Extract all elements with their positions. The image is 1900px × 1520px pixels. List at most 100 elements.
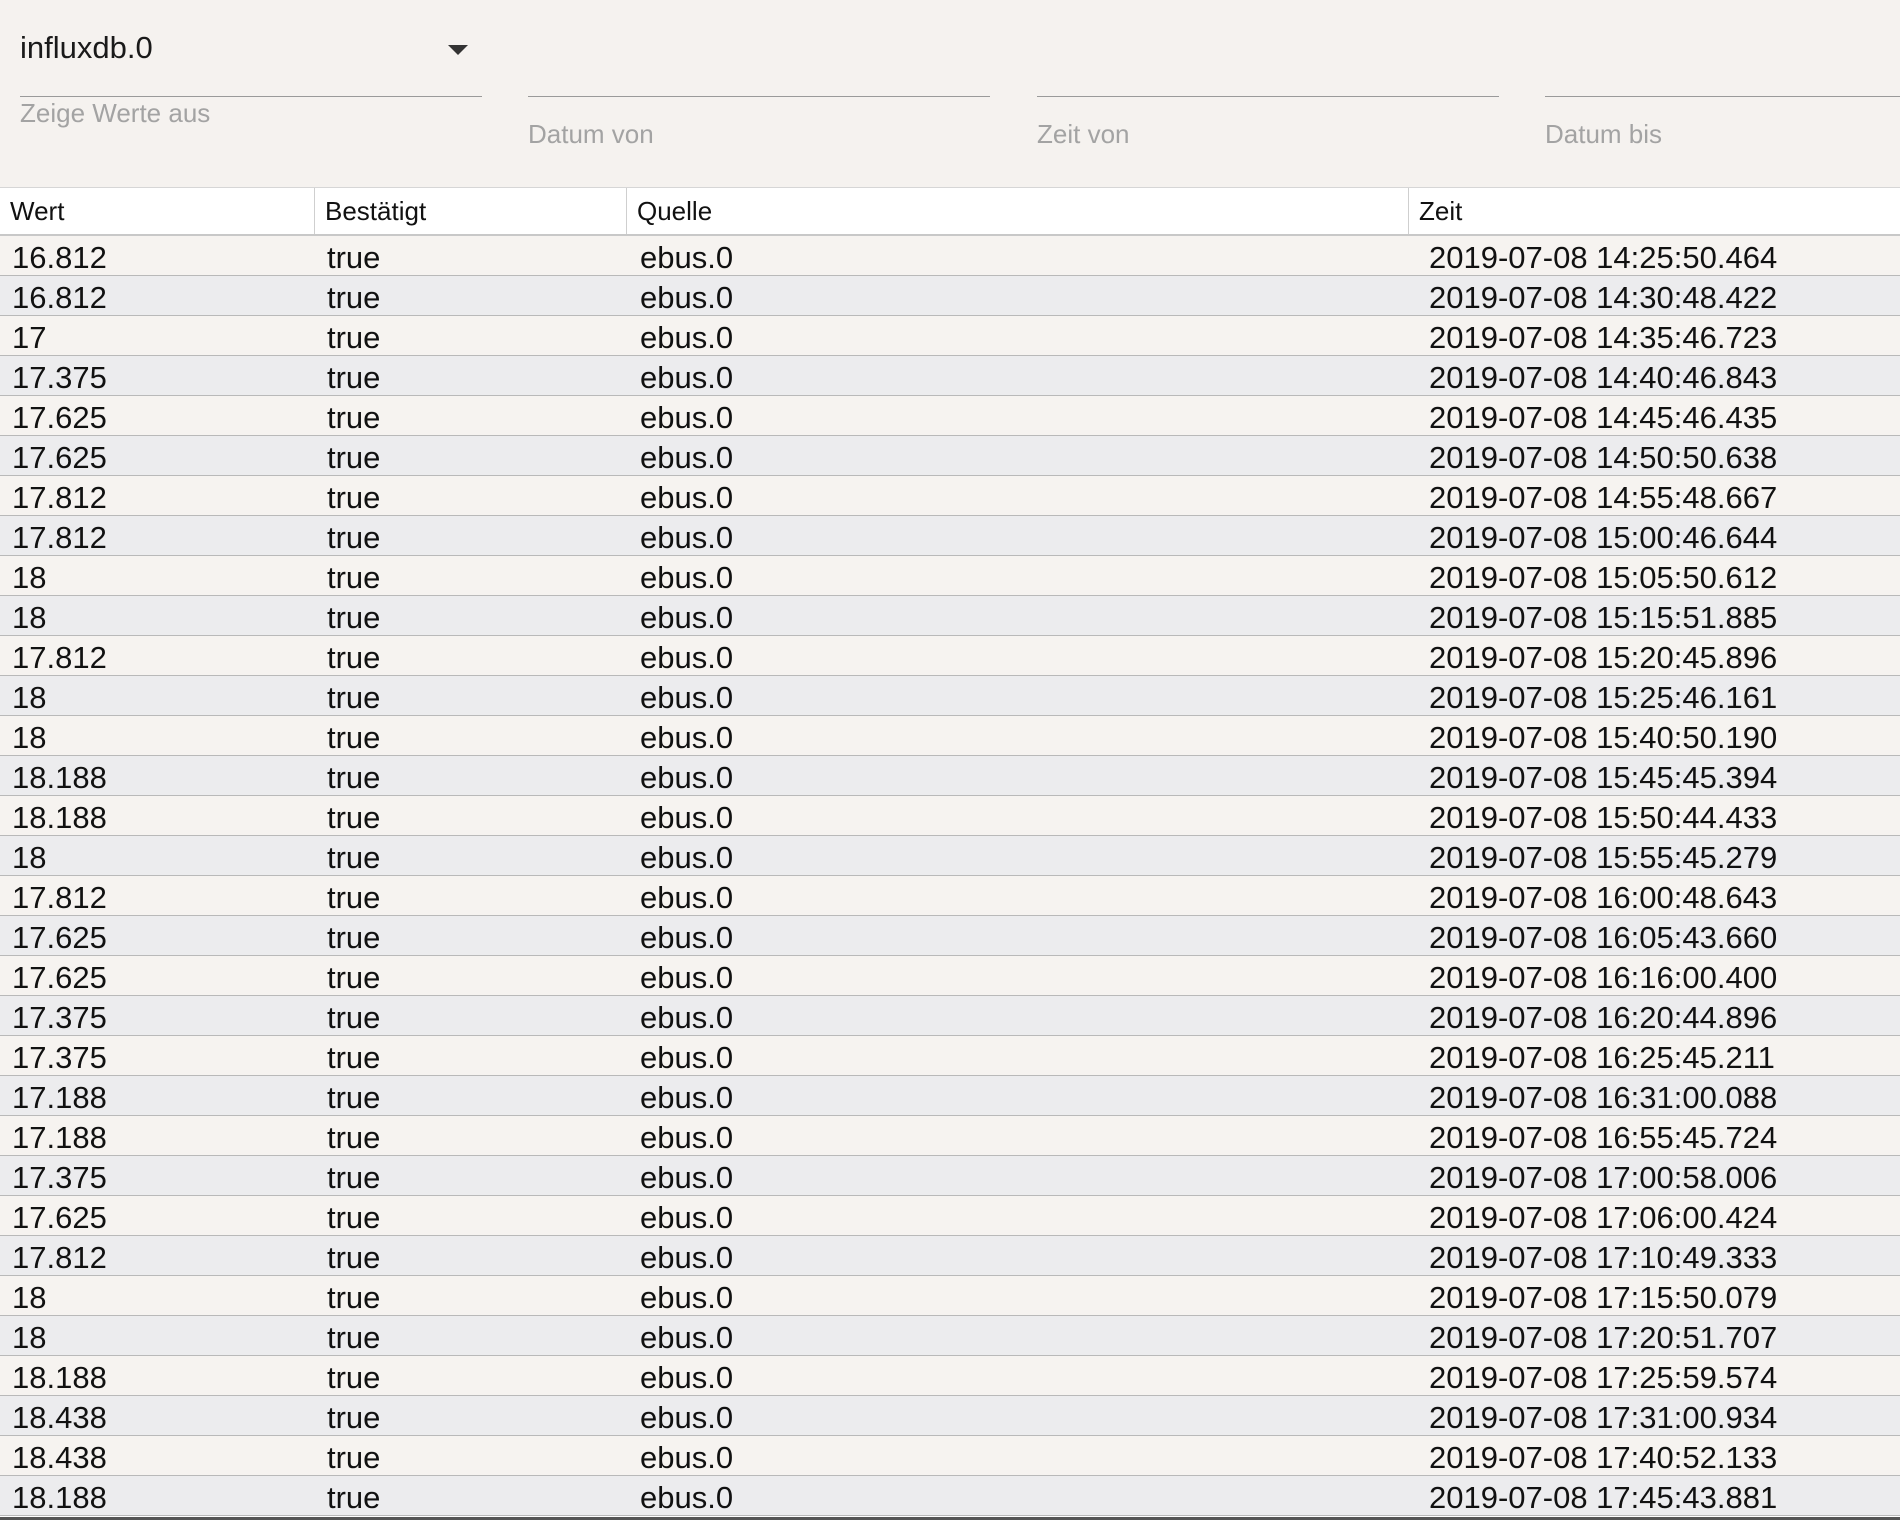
- cell-acknowledged: true: [327, 1280, 381, 1315]
- time-from-label: Zeit von: [1037, 119, 1130, 149]
- cell-acknowledged: true: [327, 1440, 381, 1475]
- table-row[interactable]: 17.375 true ebus.0 2019-07-08 16:20:44.896: [0, 996, 1900, 1036]
- cell-time: 2019-07-08 14:50:50.638: [1429, 440, 1778, 475]
- table-row[interactable]: 16.812 true ebus.0 2019-07-08 14:30:48.422: [0, 276, 1900, 316]
- table-row[interactable]: 17.812 true ebus.0 2019-07-08 17:10:49.333: [0, 1236, 1900, 1276]
- cell-source: ebus.0: [640, 1480, 734, 1515]
- cell-time: 2019-07-08 15:05:50.612: [1429, 560, 1778, 595]
- time-from-field[interactable]: Zeit von: [1037, 0, 1499, 187]
- table-row[interactable]: 18 true ebus.0 2019-07-08 17:20:51.707: [0, 1316, 1900, 1356]
- table-row[interactable]: 17.375 true ebus.0 2019-07-08 16:25:45.211: [0, 1036, 1900, 1076]
- cell-source: ebus.0: [640, 520, 734, 555]
- table-row[interactable]: 17.812 true ebus.0 2019-07-08 15:00:46.644: [0, 516, 1900, 556]
- cell-source: ebus.0: [640, 1360, 734, 1395]
- cell-value: 18.188: [12, 800, 107, 835]
- table-row[interactable]: 18.438 true ebus.0 2019-07-08 17:31:00.934: [0, 1396, 1900, 1436]
- cell-value: 17.625: [12, 1200, 107, 1235]
- cell-time: 2019-07-08 14:40:46.843: [1429, 360, 1778, 395]
- column-header-source[interactable]: Quelle: [627, 188, 1409, 234]
- table-row[interactable]: 17.625 true ebus.0 2019-07-08 17:06:00.424: [0, 1196, 1900, 1236]
- table-row[interactable]: 17.625 true ebus.0 2019-07-08 14:45:46.435: [0, 396, 1900, 436]
- table-row[interactable]: 17 true ebus.0 2019-07-08 14:35:46.723: [0, 316, 1900, 356]
- cell-acknowledged: true: [327, 600, 381, 635]
- cell-value: 17.812: [12, 520, 107, 555]
- cell-time: 2019-07-08 14:25:50.464: [1429, 240, 1778, 275]
- table-row[interactable]: 18 true ebus.0 2019-07-08 15:40:50.190: [0, 716, 1900, 756]
- cell-time: 2019-07-08 17:06:00.424: [1429, 1200, 1778, 1235]
- cell-time: 2019-07-08 16:25:45.211: [1429, 1040, 1775, 1075]
- cell-time: 2019-07-08 17:25:59.574: [1429, 1360, 1778, 1395]
- cell-source: ebus.0: [640, 480, 734, 515]
- cell-value: 17.625: [12, 400, 107, 435]
- cell-source: ebus.0: [640, 1200, 734, 1235]
- table-row[interactable]: 17.812 true ebus.0 2019-07-08 14:55:48.667: [0, 476, 1900, 516]
- cell-time: 2019-07-08 17:10:49.333: [1429, 1240, 1778, 1275]
- table-row[interactable]: 18 true ebus.0 2019-07-08 17:15:50.079: [0, 1276, 1900, 1316]
- cell-time: 2019-07-08 15:25:46.161: [1429, 680, 1778, 715]
- column-header-acknowledged[interactable]: Bestätigt: [315, 188, 627, 234]
- column-header-value[interactable]: Wert: [0, 188, 315, 234]
- cell-source: ebus.0: [640, 1080, 734, 1115]
- table-row[interactable]: 18.188 true ebus.0 2019-07-08 15:45:45.394: [0, 756, 1900, 796]
- cell-source: ebus.0: [640, 1000, 734, 1035]
- column-header-time[interactable]: Zeit: [1409, 188, 1900, 234]
- table-row[interactable]: 17.812 true ebus.0 2019-07-08 15:20:45.896: [0, 636, 1900, 676]
- cell-source: ebus.0: [640, 1120, 734, 1155]
- table-row[interactable]: 18.188 true ebus.0 2019-07-08 17:45:43.881: [0, 1476, 1900, 1516]
- table-row[interactable]: 17.188 true ebus.0 2019-07-08 16:31:00.088: [0, 1076, 1900, 1116]
- cell-value: 18.438: [12, 1400, 107, 1435]
- cell-acknowledged: true: [327, 400, 381, 435]
- cell-time: 2019-07-08 17:15:50.079: [1429, 1280, 1778, 1315]
- cell-acknowledged: true: [327, 1200, 381, 1235]
- table-row[interactable]: 17.625 true ebus.0 2019-07-08 16:16:00.400: [0, 956, 1900, 996]
- table-row[interactable]: 17.625 true ebus.0 2019-07-08 14:50:50.638: [0, 436, 1900, 476]
- cell-value: 18: [12, 720, 47, 755]
- cell-source: ebus.0: [640, 920, 734, 955]
- cell-acknowledged: true: [327, 1360, 381, 1395]
- cell-source: ebus.0: [640, 960, 734, 995]
- cell-time: 2019-07-08 17:31:00.934: [1429, 1400, 1778, 1435]
- dropdown-arrow-icon[interactable]: [448, 45, 468, 55]
- instance-select[interactable]: influxdb.0 Zeige Werte aus: [20, 0, 482, 187]
- table-row[interactable]: 16.812 true ebus.0 2019-07-08 14:25:50.464: [0, 236, 1900, 276]
- table-row[interactable]: 18.188 true ebus.0 2019-07-08 15:50:44.433: [0, 796, 1900, 836]
- cell-acknowledged: true: [327, 520, 381, 555]
- table-row[interactable]: 18.188 true ebus.0 2019-07-08 17:25:59.574: [0, 1356, 1900, 1396]
- cell-acknowledged: true: [327, 480, 381, 515]
- date-to-label: Datum bis: [1545, 119, 1663, 149]
- cell-value: 18: [12, 600, 47, 635]
- cell-time: 2019-07-08 16:05:43.660: [1429, 920, 1778, 955]
- cell-source: ebus.0: [640, 1320, 734, 1355]
- date-to-field[interactable]: Datum bis: [1545, 0, 1900, 187]
- cell-value: 17.812: [12, 880, 107, 915]
- table-row[interactable]: 18 true ebus.0 2019-07-08 15:05:50.612: [0, 556, 1900, 596]
- table-row[interactable]: 17.375 true ebus.0 2019-07-08 14:40:46.843: [0, 356, 1900, 396]
- table-row[interactable]: 18 true ebus.0 2019-07-08 15:25:46.161: [0, 676, 1900, 716]
- cell-source: ebus.0: [640, 280, 734, 315]
- cell-value: 17: [12, 320, 47, 355]
- cell-time: 2019-07-08 16:55:45.724: [1429, 1120, 1778, 1155]
- table-row[interactable]: 17.625 true ebus.0 2019-07-08 16:05:43.660: [0, 916, 1900, 956]
- cell-value: 17.188: [12, 1120, 107, 1155]
- cell-acknowledged: true: [327, 800, 381, 835]
- cell-time: 2019-07-08 15:55:45.279: [1429, 840, 1778, 875]
- cell-source: ebus.0: [640, 800, 734, 835]
- cell-acknowledged: true: [327, 760, 381, 795]
- cell-acknowledged: true: [327, 360, 381, 395]
- cell-value: 17.625: [12, 920, 107, 955]
- cell-source: ebus.0: [640, 720, 734, 755]
- cell-time: 2019-07-08 17:45:43.881: [1429, 1480, 1778, 1515]
- table-row[interactable]: 18 true ebus.0 2019-07-08 15:15:51.885: [0, 596, 1900, 636]
- date-from-field[interactable]: Datum von: [528, 0, 990, 187]
- cell-time: 2019-07-08 16:31:00.088: [1429, 1080, 1778, 1115]
- table-row[interactable]: 17.188 true ebus.0 2019-07-08 16:55:45.724: [0, 1116, 1900, 1156]
- table-row[interactable]: 17.812 true ebus.0 2019-07-08 16:00:48.643: [0, 876, 1900, 916]
- instance-select-value: influxdb.0: [20, 30, 153, 65]
- date-to-underline: [1545, 96, 1900, 97]
- table-row[interactable]: 17.375 true ebus.0 2019-07-08 17:00:58.006: [0, 1156, 1900, 1196]
- cell-source: ebus.0: [640, 1280, 734, 1315]
- cell-acknowledged: true: [327, 440, 381, 475]
- cell-value: 17.375: [12, 1000, 107, 1035]
- table-row[interactable]: 18.438 true ebus.0 2019-07-08 17:40:52.133: [0, 1436, 1900, 1476]
- table-row[interactable]: 18 true ebus.0 2019-07-08 15:55:45.279: [0, 836, 1900, 876]
